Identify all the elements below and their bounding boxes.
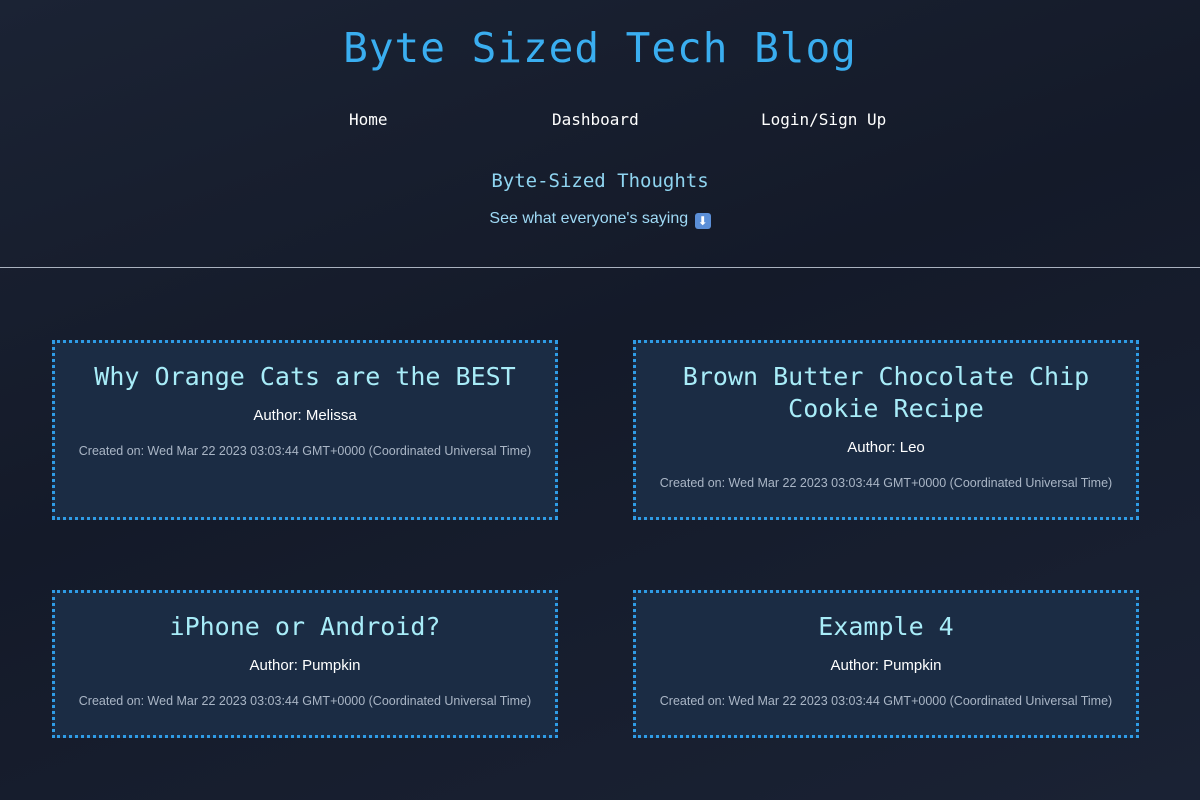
site-header: Byte Sized Tech Blog Home Dashboard Logi… [0,0,1200,268]
post-created-date: Created on: Wed Mar 22 2023 03:03:44 GMT… [78,694,532,708]
post-created-date: Created on: Wed Mar 22 2023 03:03:44 GMT… [659,476,1113,490]
page-tagline: Byte-Sized Thoughts [491,170,709,192]
post-author: Author: Pumpkin [249,657,361,674]
post-card[interactable]: Example 4 Author: Pumpkin Created on: We… [633,590,1139,738]
post-card[interactable]: iPhone or Android? Author: Pumpkin Creat… [52,590,558,738]
page-subtagline: See what everyone's saying ⬇ [0,210,1200,229]
nav-home-link[interactable]: Home [349,110,388,129]
post-created-date: Created on: Wed Mar 22 2023 03:03:44 GMT… [78,444,532,458]
nav-dashboard-link[interactable]: Dashboard [552,110,639,129]
down-arrow-icon: ⬇ [694,213,711,229]
post-title[interactable]: Example 4 [648,611,1124,643]
post-card[interactable]: Brown Butter Chocolate Chip Cookie Recip… [633,340,1139,520]
posts-grid: Why Orange Cats are the BEST Author: Mel… [0,268,1200,800]
post-title[interactable]: Brown Butter Chocolate Chip Cookie Recip… [648,361,1124,425]
post-author: Author: Leo [847,439,925,456]
nav-login-signup-link[interactable]: Login/Sign Up [761,110,886,129]
post-title[interactable]: iPhone or Android? [67,611,543,643]
post-author: Author: Melissa [253,407,357,424]
post-card[interactable]: Why Orange Cats are the BEST Author: Mel… [52,340,558,520]
site-title: Byte Sized Tech Blog [343,24,857,72]
main-nav: Home Dashboard Login/Sign Up [0,110,1200,134]
post-created-date: Created on: Wed Mar 22 2023 03:03:44 GMT… [659,694,1113,708]
post-title[interactable]: Why Orange Cats are the BEST [67,361,543,393]
post-author: Author: Pumpkin [830,657,942,674]
subtagline-text: See what everyone's saying [489,210,689,227]
